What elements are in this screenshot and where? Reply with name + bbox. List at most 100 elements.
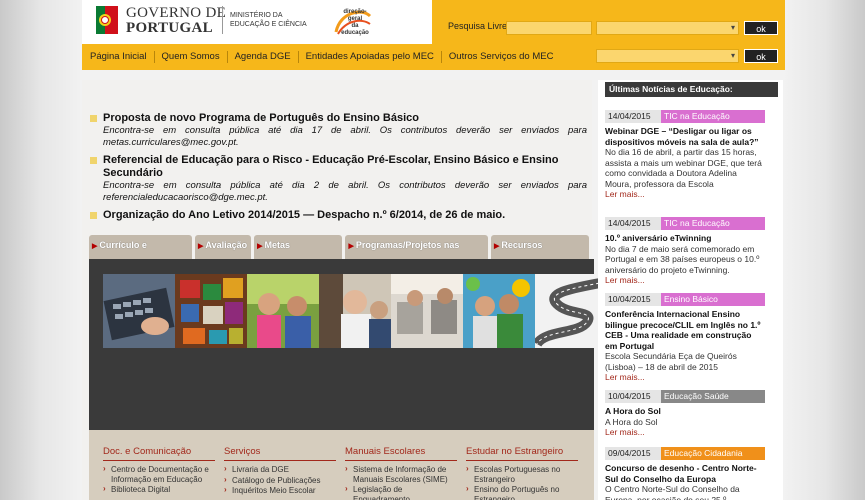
news-title[interactable]: Proposta de novo Programa de Português d…: [103, 112, 419, 124]
read-more-link[interactable]: Ler mais...: [605, 427, 765, 438]
nav-item-about[interactable]: Quem Somos: [155, 51, 228, 63]
footer-link[interactable]: Centro de Documentação e Informação em E…: [103, 464, 215, 484]
news-title[interactable]: Organização do Ano Letivo 2014/2015 — De…: [103, 209, 505, 221]
footer-col-doc: Doc. e Comunicação Centro de Documentaçã…: [103, 446, 215, 496]
arrow-right-icon: ▶: [494, 243, 500, 250]
sidebar-news-item: 10/04/2015 Ensino Básico Conferência Inte…: [605, 293, 765, 383]
search-scope-select[interactable]: ▾: [596, 21, 739, 35]
tab-avaliacao[interactable]: ▶ Avaliação: [195, 235, 252, 259]
classroom-photo[interactable]: [391, 274, 463, 348]
footer-heading: Manuais Escolares: [345, 446, 457, 461]
latest-news-sidebar: Últimas Notícias de Educação: 14/04/2015…: [598, 80, 783, 500]
bullet-icon: [90, 115, 97, 122]
nav-item-entities[interactable]: Entidades Apoiadas pelo MEC: [299, 51, 442, 63]
search-label: Pesquisa Livre: [448, 21, 508, 31]
news-summary: No dia 16 de abril, a partir das 15 hora…: [605, 147, 762, 189]
news-body: Encontra-se em consulta pública até dia …: [103, 180, 587, 203]
footer-link[interactable]: Ensino do Português no Estrangeiro: [466, 484, 578, 500]
news-date: 09/04/2015: [608, 448, 651, 458]
tab-label: Avaliação: [205, 240, 248, 250]
news-category-badge[interactable]: TIC na Educação: [661, 110, 765, 123]
road-photo[interactable]: [535, 274, 607, 348]
mosaic-photo[interactable]: [175, 274, 247, 348]
arrow-right-icon: ▶: [198, 243, 204, 250]
gov-line1: GOVERNO DE: [126, 5, 227, 21]
search-input[interactable]: [506, 21, 592, 35]
government-logo-text[interactable]: GOVERNO DE PORTUGAL: [126, 6, 226, 36]
read-more-link[interactable]: Ler mais...: [605, 189, 765, 200]
news-item: Referencial de Educação para o Risco - E…: [90, 154, 587, 204]
news-title[interactable]: Concurso de desenho - Centro Norte-Sul d…: [605, 463, 765, 484]
footer-heading: Estudar no Estrangeiro: [466, 446, 578, 461]
read-more-link[interactable]: Ler mais...: [605, 275, 765, 286]
footer-link[interactable]: Sistema de Informação de Manuais Escolar…: [345, 464, 457, 484]
news-title[interactable]: Referencial de Educação para o Risco - E…: [103, 154, 558, 179]
news-category-badge[interactable]: Educação Cidadania: [661, 447, 765, 460]
news-body: Encontra-se em consulta pública até dia …: [103, 125, 587, 148]
logo-divider: [222, 6, 223, 34]
news-date: 14/04/2015: [608, 111, 651, 121]
main-content: Proposta de novo Programa de Português d…: [82, 80, 607, 500]
nav-item-agenda[interactable]: Agenda DGE: [228, 51, 299, 63]
footer-heading: Serviços: [224, 446, 336, 461]
bullet-icon: [90, 157, 97, 164]
search-ok-button[interactable]: ok: [744, 21, 778, 35]
tab-programas[interactable]: ▶Programas/Projetos nas Escolas: [345, 235, 489, 272]
news-title[interactable]: Webinar DGE – “Desligar ou ligar os disp…: [605, 126, 765, 147]
news-category-badge[interactable]: Ensino Básico: [661, 293, 765, 306]
footer-link[interactable]: Catálogo de Publicações: [224, 475, 336, 486]
teens-photo[interactable]: [463, 274, 535, 348]
sidebar-news-item: 14/04/2015 TIC na Educação 10.º aniversár…: [605, 217, 765, 286]
dge-line2: da educação: [341, 23, 369, 36]
footer-link[interactable]: Livraria da DGE: [224, 464, 336, 475]
students-photo[interactable]: [247, 274, 319, 348]
footer-link[interactable]: Escolas Portuguesas no Estrangeiro: [466, 464, 578, 484]
sidebar-news-item: 14/04/2015 TIC na Educação Webinar DGE – …: [605, 110, 765, 200]
sidebar-news-item: 10/04/2015 Educação Saúde A Hora do Sol A…: [605, 390, 765, 438]
highlight-news-list: Proposta de novo Programa de Português d…: [90, 112, 587, 227]
keyboard-photo[interactable]: [103, 274, 175, 348]
section-tabs: ▶Currículo e Programas ▶Avaliação ▶Metas…: [89, 232, 592, 272]
quick-links-ok-button[interactable]: ok: [744, 49, 778, 63]
image-carousel: [89, 259, 607, 430]
news-summary: Escola Secundária Eça de Queirós (Lisboa…: [605, 351, 737, 372]
group-photo[interactable]: [319, 274, 391, 348]
footer-link[interactable]: Biblioteca Digital: [103, 484, 215, 495]
sidebar-title: Últimas Notícias de Educação:: [605, 82, 778, 97]
footer-link[interactable]: Inquéritos Meio Escolar: [224, 485, 336, 496]
read-more-link[interactable]: Ler mais...: [605, 372, 765, 383]
news-summary: No dia 7 de maio será comemorado em Port…: [605, 243, 760, 275]
news-title[interactable]: A Hora do Sol: [605, 406, 765, 417]
footer-link[interactable]: Legislação de Enquadramento: [345, 484, 457, 500]
chevron-down-icon: ▾: [730, 51, 735, 60]
news-title[interactable]: 10.º aniversário eTwinning: [605, 233, 765, 244]
arrow-right-icon: ▶: [348, 243, 354, 250]
footer-col-manuais: Manuais Escolares Sistema de Informação …: [345, 446, 457, 500]
nav-item-services[interactable]: Outros Serviços do MEC: [442, 51, 561, 63]
news-category-badge[interactable]: Educação Saúde: [661, 390, 765, 403]
portugal-flag-icon: [94, 4, 120, 36]
nav-item-home[interactable]: Página Inicial: [82, 51, 155, 63]
news-title[interactable]: Conferência Internacional Ensino bilingu…: [605, 309, 765, 351]
news-item: Organização do Ano Letivo 2014/2015 — De…: [90, 209, 587, 222]
bullet-icon: [90, 212, 97, 219]
arrow-right-icon: ▶: [92, 243, 98, 250]
news-date: 10/04/2015: [608, 391, 651, 401]
news-item: Proposta de novo Programa de Português d…: [90, 112, 587, 149]
arrow-right-icon: ▶: [257, 243, 263, 250]
tab-curriculo[interactable]: ▶Currículo e Programas: [89, 235, 193, 272]
news-date: 10/04/2015: [608, 294, 651, 304]
news-category-badge[interactable]: TIC na Educação: [661, 217, 765, 230]
dge-logo-text: direção-geral da educação: [339, 9, 371, 37]
quick-links-select[interactable]: ▾: [596, 49, 739, 63]
news-date: 14/04/2015: [608, 218, 651, 228]
tab-recursos[interactable]: ▶Recursos Educativos: [491, 235, 590, 272]
ministry-name: MINISTÉRIO DA EDUCAÇÃO E CIÊNCIA: [230, 12, 307, 28]
sidebar-news-item: 09/04/2015 Educação Cidadania Concurso de…: [605, 447, 765, 500]
footer-heading: Doc. e Comunicação: [103, 446, 215, 461]
dge-line1: direção-geral: [343, 9, 367, 22]
tab-metas[interactable]: ▶Metas Curriculares: [254, 235, 343, 272]
news-summary: O Centro Norte-Sul do Conselho da Europa…: [605, 484, 740, 500]
footer-col-servicos: Serviços Livraria da DGE Catálogo de Pub…: [224, 446, 336, 497]
chevron-down-icon: ▾: [730, 23, 735, 32]
